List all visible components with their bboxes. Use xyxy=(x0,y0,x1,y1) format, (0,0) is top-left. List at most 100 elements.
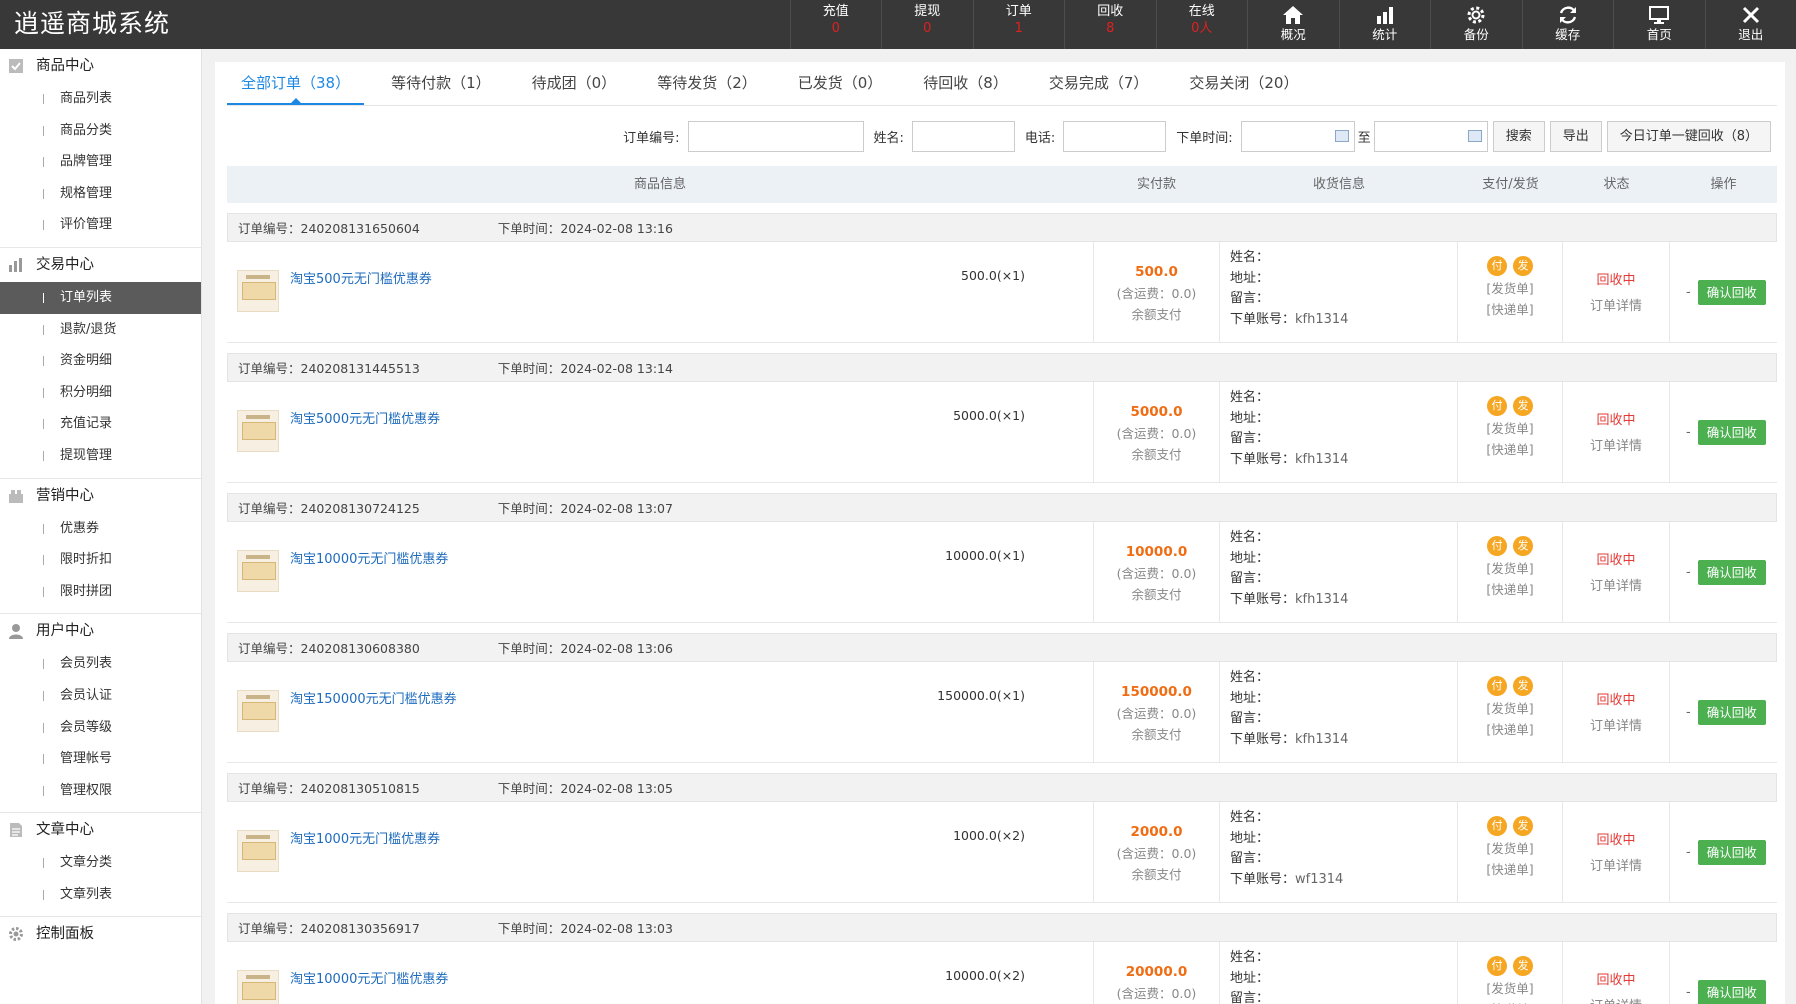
order-detail-link[interactable]: 订单详情 xyxy=(1563,434,1669,460)
order-detail-link[interactable]: 订单详情 xyxy=(1563,294,1669,320)
coupon-thumbnail[interactable] xyxy=(237,970,279,1004)
order-row: 订单编号：240208131650604 下单时间：2024-02-08 13:… xyxy=(227,213,1777,353)
sidebar-item[interactable]: 退款/退货 xyxy=(0,314,201,346)
tab-shipped[interactable]: 已发货（0） xyxy=(784,62,897,105)
goods-name-link[interactable]: 淘宝150000元无门槛优惠券 xyxy=(290,688,457,707)
sidebar-item[interactable]: 管理权限 xyxy=(0,775,201,807)
sidebar-item[interactable]: 文章列表 xyxy=(0,879,201,911)
goods-name-link[interactable]: 淘宝10000元无门槛优惠券 xyxy=(290,968,448,987)
sidebar-item[interactable]: 资金明细 xyxy=(0,345,201,377)
sidebar-item[interactable]: 管理帐号 xyxy=(0,743,201,775)
order-detail-link[interactable]: 订单详情 xyxy=(1563,714,1669,740)
sidebar-group-head[interactable]: 商品中心 xyxy=(0,49,201,83)
sidebar-item[interactable]: 商品列表 xyxy=(0,83,201,115)
sidebar-group-head[interactable]: 控制面板 xyxy=(0,917,201,951)
shipping-note-link[interactable]: [发货单] xyxy=(1458,278,1562,299)
confirm-recycle-button[interactable]: 确认回收 xyxy=(1697,279,1766,305)
logout-button[interactable]: 退出 xyxy=(1704,0,1796,49)
sidebar-item[interactable]: 充值记录 xyxy=(0,408,201,440)
stat-recharge[interactable]: 充值 0 xyxy=(789,0,882,49)
sidebar-item[interactable]: 限时拼团 xyxy=(0,576,201,608)
phone-input[interactable] xyxy=(1063,120,1167,152)
express-note-link[interactable]: [快递单] xyxy=(1458,439,1562,460)
payment-method: 余额支付 xyxy=(1131,447,1182,462)
export-button[interactable]: 导出 xyxy=(1549,120,1602,152)
sidebar-group-head[interactable]: 营销中心 xyxy=(0,479,201,513)
search-button[interactable]: 搜索 xyxy=(1492,120,1545,152)
shipping-note-link[interactable]: [发货单] xyxy=(1458,418,1562,439)
sidebar-item[interactable]: 品牌管理 xyxy=(0,146,201,178)
coupon-thumbnail[interactable] xyxy=(237,690,279,732)
goods-name-link[interactable]: 淘宝10000元无门槛优惠券 xyxy=(290,548,448,567)
end-date-field[interactable] xyxy=(1373,120,1488,152)
calendar-icon[interactable] xyxy=(1467,129,1482,142)
coupon-thumbnail[interactable] xyxy=(237,270,279,312)
sidebar-item-label: 限时拼团 xyxy=(60,583,113,599)
sidebar-item[interactable]: 会员认证 xyxy=(0,680,201,712)
confirm-recycle-button[interactable]: 确认回收 xyxy=(1697,839,1766,865)
sidebar-item[interactable]: 规格管理 xyxy=(0,178,201,210)
goods-name-link[interactable]: 淘宝500元无门槛优惠券 xyxy=(290,268,432,287)
sidebar-group-head[interactable]: 用户中心 xyxy=(0,614,201,648)
sidebar-group-head[interactable]: 交易中心 xyxy=(0,248,201,282)
sidebar-item-order-list[interactable]: 订单列表 xyxy=(0,281,201,314)
order-detail-link[interactable]: 订单详情 xyxy=(1563,994,1669,1004)
sidebar-item[interactable]: 提现管理 xyxy=(0,440,201,472)
confirm-recycle-button[interactable]: 确认回收 xyxy=(1697,559,1766,585)
homepage-button[interactable]: 首页 xyxy=(1613,0,1705,49)
coupon-thumbnail[interactable] xyxy=(237,410,279,452)
shipping-note-link[interactable]: [发货单] xyxy=(1458,838,1562,859)
order-no-input[interactable] xyxy=(687,120,864,152)
express-note-link[interactable]: [快递单] xyxy=(1458,719,1562,740)
sidebar-item[interactable]: 会员列表 xyxy=(0,648,201,680)
sidebar-item[interactable]: 优惠券 xyxy=(0,513,201,545)
stat-orders[interactable]: 订单 1 xyxy=(972,0,1065,49)
sidebar-item[interactable]: 评价管理 xyxy=(0,209,201,241)
name-input[interactable] xyxy=(911,120,1015,152)
action-cell: - 确认回收 xyxy=(1670,382,1777,482)
express-note-link[interactable]: [快递单] xyxy=(1458,299,1562,320)
sidebar-item[interactable]: 限时折扣 xyxy=(0,544,201,576)
confirm-recycle-button[interactable]: 确认回收 xyxy=(1697,699,1766,725)
express-note-link[interactable]: [快递单] xyxy=(1458,999,1562,1004)
start-date-field[interactable] xyxy=(1240,120,1355,152)
tab-group-pending[interactable]: 待成团（0） xyxy=(518,62,631,105)
tab-awaiting-recycle[interactable]: 待回收（8） xyxy=(909,62,1022,105)
sidebar-group-head[interactable]: 文章中心 xyxy=(0,813,201,847)
confirm-recycle-button[interactable]: 确认回收 xyxy=(1697,979,1766,1004)
backup-button[interactable]: 备份 xyxy=(1430,0,1522,49)
confirm-recycle-button[interactable]: 确认回收 xyxy=(1697,419,1766,445)
express-note-link[interactable]: [快递单] xyxy=(1458,579,1562,600)
tab-closed[interactable]: 交易关闭（20） xyxy=(1175,62,1312,105)
tab-awaiting-shipment[interactable]: 等待发货（2） xyxy=(643,62,771,105)
sidebar-item[interactable]: 文章分类 xyxy=(0,847,201,879)
stat-recycle[interactable]: 回收 8 xyxy=(1064,0,1156,49)
overview-button[interactable]: 概况 xyxy=(1247,0,1339,49)
order-time-label: 下单时间： xyxy=(497,221,561,236)
tab-completed[interactable]: 交易完成（7） xyxy=(1035,62,1163,105)
shipping-note-link[interactable]: [发货单] xyxy=(1458,558,1562,579)
express-note-link[interactable]: [快递单] xyxy=(1458,859,1562,880)
stat-withdraw[interactable]: 提现 0 xyxy=(881,0,973,49)
order-detail-link[interactable]: 订单详情 xyxy=(1563,574,1669,600)
sidebar-group-control: 控制面板 xyxy=(0,917,201,957)
coupon-thumbnail[interactable] xyxy=(237,550,279,592)
goods-name-link[interactable]: 淘宝1000元无门槛优惠券 xyxy=(290,828,440,847)
order-detail-link[interactable]: 订单详情 xyxy=(1563,854,1669,880)
calendar-icon[interactable] xyxy=(1334,129,1349,142)
shipping-note-link[interactable]: [发货单] xyxy=(1458,698,1562,719)
recycle-all-button[interactable]: 今日订单一键回收（8） xyxy=(1606,120,1771,152)
shipping-note-link[interactable]: [发货单] xyxy=(1458,978,1562,999)
statistics-button[interactable]: 统计 xyxy=(1338,0,1431,49)
goods-name-link[interactable]: 淘宝5000元无门槛优惠券 xyxy=(290,408,440,427)
coupon-thumbnail[interactable] xyxy=(237,830,279,872)
sidebar-item[interactable]: 商品分类 xyxy=(0,115,201,147)
order-no-label: 订单编号： xyxy=(238,361,301,376)
sidebar-item[interactable]: 会员等级 xyxy=(0,712,201,744)
sidebar-item[interactable]: 积分明细 xyxy=(0,377,201,409)
stat-online[interactable]: 在线 0人 xyxy=(1155,0,1248,49)
tab-awaiting-payment[interactable]: 等待付款（1） xyxy=(377,62,505,105)
tab-all-orders[interactable]: 全部订单（38） xyxy=(227,62,365,105)
cache-button[interactable]: 缓存 xyxy=(1521,0,1614,49)
receiver-note-label: 留言： xyxy=(1230,291,1270,307)
